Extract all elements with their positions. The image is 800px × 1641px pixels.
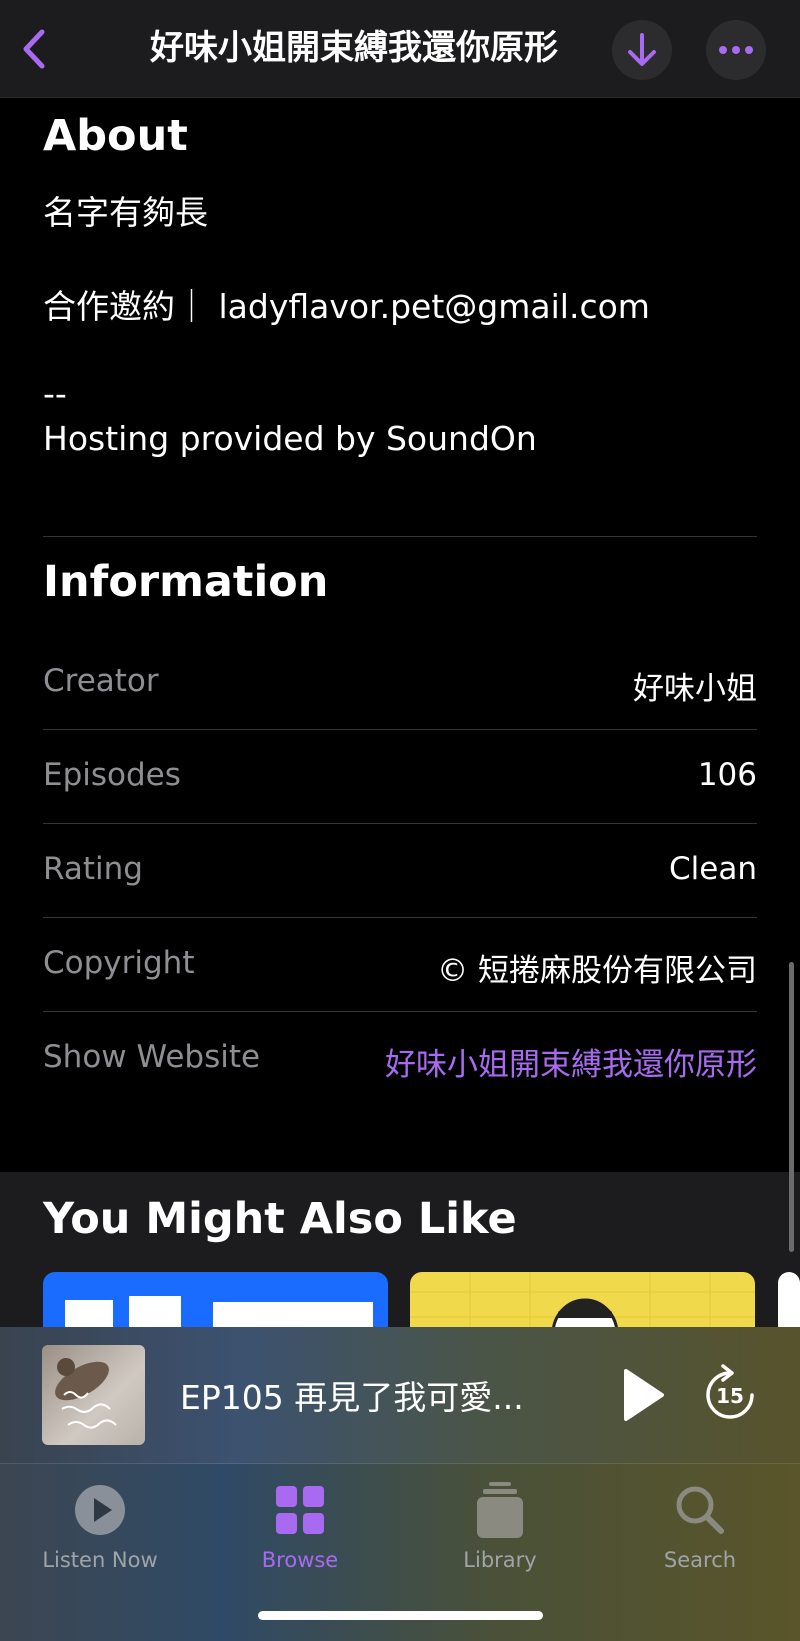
grid-icon (276, 1486, 324, 1534)
tab-label: Search (663, 1548, 737, 1572)
tab-listen-now[interactable]: Listen Now (0, 1480, 200, 1572)
chevron-left-icon (23, 29, 45, 69)
artwork-image-icon (55, 1358, 117, 1429)
download-button[interactable] (612, 20, 672, 80)
info-row-episodes: Episodes 106 (43, 731, 757, 825)
row-divider (43, 917, 757, 918)
info-row-show-website[interactable]: Show Website 好味小姐開束縛我還你原形 (43, 1013, 757, 1107)
tab-library[interactable]: Library (400, 1480, 600, 1572)
arrow-down-icon (628, 33, 656, 66)
info-row-rating: Rating Clean (43, 825, 757, 919)
play-circle-icon (75, 1485, 125, 1535)
about-heading: About (43, 111, 188, 161)
info-label: Show Website (43, 1039, 261, 1075)
row-divider (43, 823, 757, 824)
back-button[interactable] (16, 24, 56, 74)
tab-label: Browse (261, 1548, 339, 1572)
library-stack-icon (477, 1482, 523, 1538)
now-playing-title[interactable]: EP105 再見了我可愛... (180, 1371, 560, 1419)
info-label: Episodes (43, 757, 181, 793)
info-value: 106 (697, 757, 757, 793)
about-text-line: -- (43, 374, 67, 413)
info-row-creator: Creator 好味小姐 (43, 637, 757, 731)
about-text-line: Hosting provided by SoundOn (43, 419, 537, 458)
episode-artwork (42, 1345, 145, 1445)
section-heading: You Might Also Like (43, 1194, 517, 1244)
you-might-also-like-section: You Might Also Like (0, 1172, 800, 1342)
page-title: 好味小姐開束縛我還你原形 (150, 28, 558, 68)
scrollbar[interactable] (789, 962, 794, 1252)
play-button[interactable] (618, 1367, 668, 1423)
skip-back-button[interactable]: 15 (703, 1363, 757, 1425)
information-heading: Information (43, 557, 329, 607)
mini-player[interactable]: EP105 再見了我可愛... 15 (0, 1327, 800, 1464)
tab-label: Library (463, 1548, 537, 1572)
search-icon (676, 1486, 724, 1534)
about-text-line: 名字有夠長 (43, 193, 208, 232)
info-label: Rating (43, 851, 143, 887)
about-text-line: 合作邀約｜ ladyflavor.pet@gmail.com (43, 287, 650, 326)
info-value: © 短捲麻股份有限公司 (437, 953, 757, 989)
row-divider (43, 1011, 757, 1012)
info-value: 好味小姐 (633, 671, 757, 707)
more-options-button[interactable] (706, 20, 766, 80)
section-divider (43, 536, 757, 537)
tab-label: Listen Now (42, 1548, 158, 1572)
play-icon (624, 1369, 664, 1421)
home-indicator[interactable] (258, 1611, 543, 1620)
ellipsis-icon (719, 46, 753, 54)
info-row-copyright: Copyright © 短捲麻股份有限公司 (43, 919, 757, 1013)
info-label: Creator (43, 663, 159, 699)
tab-browse[interactable]: Browse (200, 1480, 400, 1572)
show-website-link[interactable]: 好味小姐開束縛我還你原形 (385, 1039, 757, 1084)
row-divider (43, 729, 757, 730)
navigation-bar: 好味小姐開束縛我還你原形 (0, 0, 800, 98)
skip-seconds-label: 15 (716, 1384, 744, 1408)
info-value: Clean (669, 851, 757, 887)
tab-search[interactable]: Search (600, 1480, 800, 1572)
info-label: Copyright (43, 945, 195, 981)
